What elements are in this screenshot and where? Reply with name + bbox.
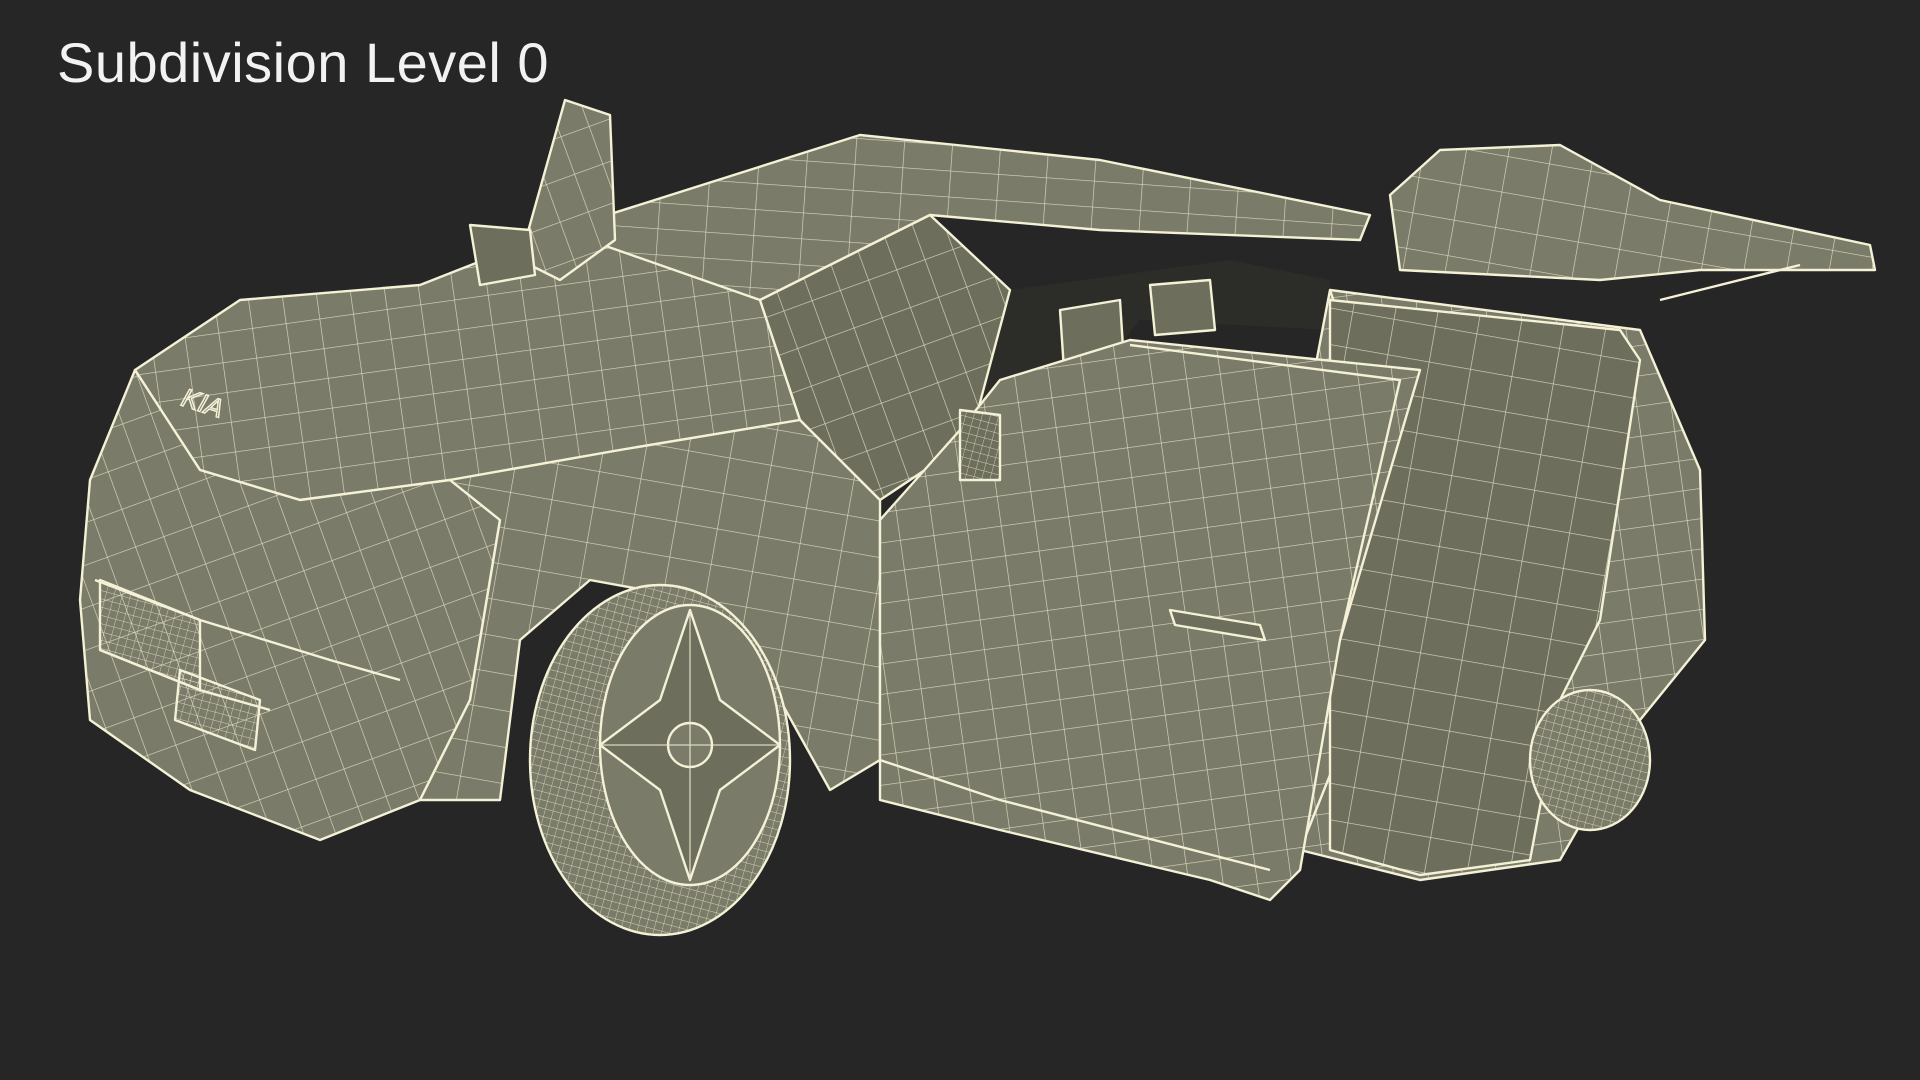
front-wheel (528, 583, 792, 937)
open-tailgate (1388, 143, 1877, 302)
car-wireframe-render: KIA (78, 98, 1877, 937)
subdivision-level-caption: Subdivision Level 0 (57, 31, 550, 94)
side-mirror-right (958, 408, 1002, 482)
side-mirror-left (468, 98, 617, 287)
rear-wheel (1528, 688, 1652, 832)
render-viewport: KIA Subdivision Level 0 (0, 0, 1920, 1080)
